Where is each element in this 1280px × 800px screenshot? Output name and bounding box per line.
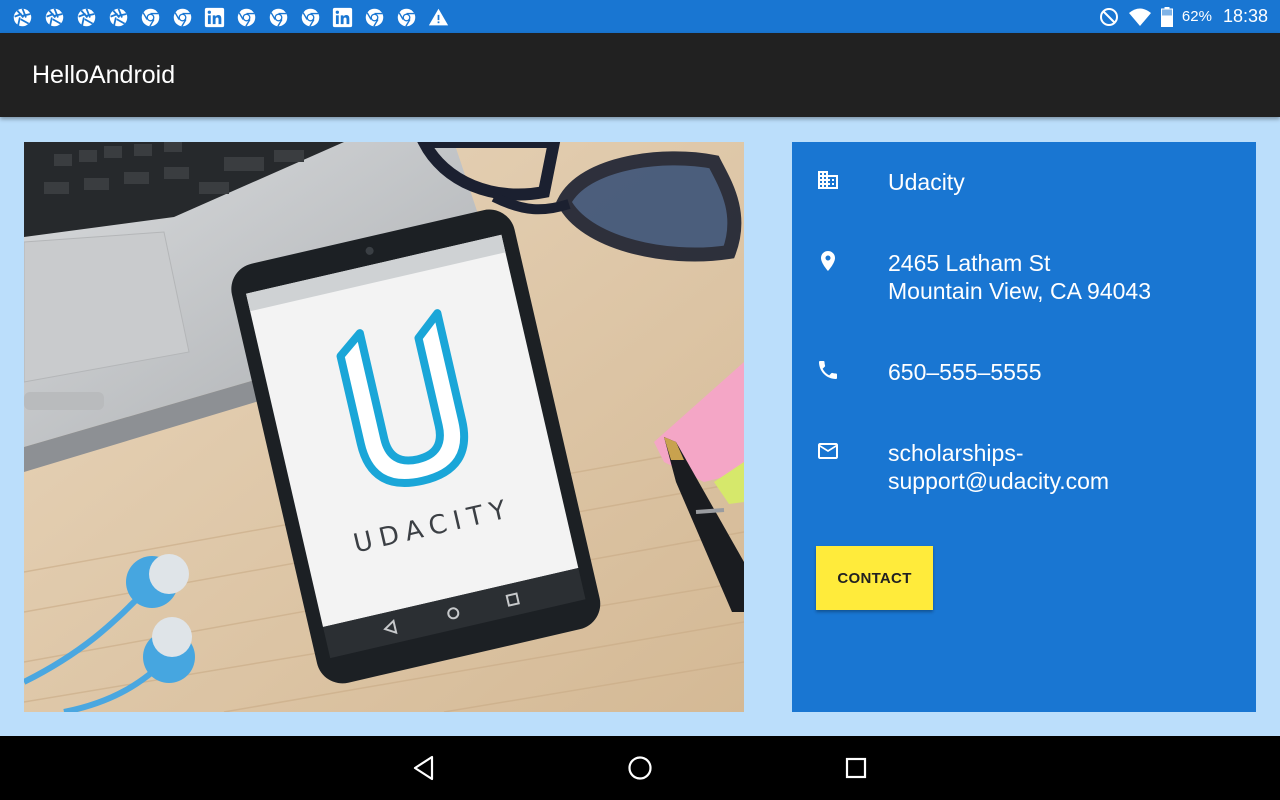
contact-card: Udacity 2465 Latham St Mountain View, CA… <box>792 142 1256 712</box>
email-text: scholarships- support@udacity.com <box>888 439 1208 495</box>
email-row: scholarships- support@udacity.com <box>816 439 1109 494</box>
chrome-icon <box>268 7 289 28</box>
email-line1: scholarships- <box>888 440 1024 466</box>
phone-row: 650–555–5555 <box>816 358 1042 385</box>
home-button[interactable] <box>624 752 656 784</box>
location-pin-icon <box>816 249 840 273</box>
chrome-icon <box>396 7 417 28</box>
business-icon <box>816 168 840 192</box>
do-not-disturb-icon <box>1099 7 1119 27</box>
clock: 18:38 <box>1222 6 1268 26</box>
chrome-icon <box>236 7 257 28</box>
aperture-icon <box>12 7 33 28</box>
back-button[interactable] <box>408 752 440 784</box>
udacity-photo: UDACITY <box>24 142 744 712</box>
company-row: Udacity <box>816 168 965 195</box>
recents-icon <box>845 757 867 779</box>
address-line2: Mountain View, CA 94043 <box>888 278 1151 304</box>
address-line1: 2465 Latham St <box>888 250 1051 276</box>
linkedin-icon <box>332 7 353 28</box>
address-row: 2465 Latham St Mountain View, CA 94043 <box>816 249 1151 304</box>
phone-icon <box>816 358 840 382</box>
app-bar: HelloAndroid <box>0 33 1280 117</box>
notification-icons <box>12 7 449 28</box>
aperture-icon <box>44 7 65 28</box>
chrome-icon <box>172 7 193 28</box>
chrome-icon <box>140 7 161 28</box>
battery-percent: 62% <box>1181 8 1212 25</box>
status-bar: 62% 18:38 <box>0 0 1280 33</box>
address-text: 2465 Latham St Mountain View, CA 94043 <box>888 249 1208 305</box>
wifi-icon <box>1128 7 1152 27</box>
aperture-icon <box>76 7 97 28</box>
mail-icon <box>816 439 840 463</box>
system-icons: 62% 18:38 <box>1099 0 1268 33</box>
linkedin-icon <box>204 7 225 28</box>
phone-number: 650–555–5555 <box>888 359 1042 385</box>
back-icon <box>413 755 434 781</box>
email-line2: support@udacity.com <box>888 468 1110 494</box>
aperture-icon <box>108 7 129 28</box>
chrome-icon <box>300 7 321 28</box>
warning-icon <box>428 7 449 28</box>
navigation-bar <box>0 736 1280 800</box>
recents-button[interactable] <box>840 752 872 784</box>
contact-button[interactable]: CONTACT <box>816 546 933 610</box>
app-title: HelloAndroid <box>32 61 176 89</box>
battery-icon <box>1160 6 1173 27</box>
home-icon <box>628 756 652 780</box>
company-name: Udacity <box>888 169 965 195</box>
chrome-icon <box>364 7 385 28</box>
